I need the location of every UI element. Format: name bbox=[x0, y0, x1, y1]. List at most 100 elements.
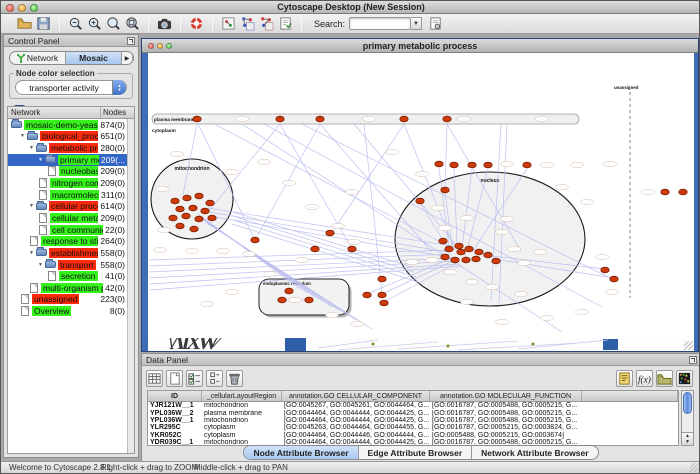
zoom-fit-icon[interactable] bbox=[123, 15, 141, 33]
tree-row[interactable]: response to stimulu264(0) bbox=[8, 235, 127, 247]
graph-node[interactable] bbox=[610, 276, 618, 282]
app-resize-grip[interactable] bbox=[690, 463, 699, 472]
tree-row[interactable]: ▼metabolic process280(0) bbox=[8, 142, 127, 154]
table-row[interactable]: YLR295Ccytoplasm[GO:0045263, GO:0044464,… bbox=[148, 424, 678, 431]
tab-network[interactable]: Network bbox=[10, 52, 66, 64]
table-row[interactable]: YKR052Ccytoplasm[GO:0044464, GO:0044446,… bbox=[148, 432, 678, 439]
graph-node[interactable] bbox=[326, 230, 334, 236]
tree-row[interactable]: macromolecule311(0) bbox=[8, 189, 127, 201]
scrollbar-arrows[interactable]: ▲▼ bbox=[682, 432, 693, 445]
graph-node[interactable] bbox=[472, 256, 480, 262]
tab-mosaic[interactable]: Mosaic bbox=[66, 52, 122, 64]
control-panel-header[interactable]: Control Panel bbox=[4, 35, 138, 47]
graph-node[interactable] bbox=[468, 162, 476, 168]
network-overlay-red-icon[interactable] bbox=[257, 15, 275, 33]
graph-node[interactable] bbox=[285, 288, 293, 294]
graph-node[interactable] bbox=[311, 246, 319, 252]
tree-row[interactable]: ▼cellular process614(0) bbox=[8, 200, 127, 212]
help-lifering-icon[interactable] bbox=[187, 15, 205, 33]
network-canvas[interactable]: plasma membranecytoplasmmitochondrionnuc… bbox=[148, 53, 694, 339]
graph-node[interactable] bbox=[441, 187, 449, 193]
graph-node[interactable] bbox=[183, 195, 191, 201]
network-overlay-blue-icon[interactable] bbox=[238, 15, 256, 33]
graph-node[interactable] bbox=[441, 254, 449, 260]
graph-node[interactable] bbox=[451, 257, 459, 263]
graph-node[interactable] bbox=[208, 215, 216, 221]
zoom-selected-icon[interactable] bbox=[104, 15, 122, 33]
open-file-icon[interactable] bbox=[15, 15, 33, 33]
table-row[interactable]: YPL036W__1mitochondrion[GO:0044464, GO:0… bbox=[148, 417, 678, 424]
graph-node[interactable] bbox=[193, 116, 201, 122]
attribute-grid-icon[interactable] bbox=[146, 370, 163, 387]
graph-node[interactable] bbox=[484, 162, 492, 168]
graph-node[interactable] bbox=[171, 198, 179, 204]
graph-node[interactable] bbox=[492, 258, 500, 264]
tree-row[interactable]: ▼biological_process651(0) bbox=[8, 131, 127, 143]
network-window-titlebar[interactable]: primary metabolic process bbox=[142, 39, 698, 53]
graph-node[interactable] bbox=[276, 116, 284, 122]
table-column-header[interactable]: _cellularLayoutRegion bbox=[202, 391, 282, 401]
tab-node-attribute-browser[interactable]: Node Attribute Browser bbox=[244, 446, 358, 459]
zoom-out-icon[interactable] bbox=[66, 15, 84, 33]
table-scrollbar[interactable]: ▲▼ bbox=[681, 390, 694, 446]
graph-node[interactable] bbox=[169, 215, 177, 221]
graph-node[interactable] bbox=[201, 208, 209, 214]
graph-edge[interactable] bbox=[364, 124, 382, 294]
attribute-list-icon[interactable] bbox=[206, 370, 223, 387]
search-dropdown-button[interactable]: ▼ bbox=[411, 17, 422, 30]
search-input[interactable] bbox=[349, 17, 411, 30]
graph-node[interactable] bbox=[475, 249, 483, 255]
filter-page-icon[interactable] bbox=[276, 15, 294, 33]
graph-node[interactable] bbox=[363, 292, 371, 298]
tab-network-attribute-browser[interactable]: Network Attribute Browser bbox=[472, 446, 597, 459]
graph-node[interactable] bbox=[176, 206, 184, 212]
tree-col-network[interactable]: Network bbox=[8, 107, 101, 118]
save-session-icon[interactable] bbox=[34, 15, 52, 33]
graph-node[interactable] bbox=[601, 267, 609, 273]
disclosure-triangle-icon[interactable]: ▼ bbox=[38, 157, 45, 163]
graph-node[interactable] bbox=[195, 216, 203, 222]
import-attributes-icon[interactable] bbox=[656, 370, 673, 387]
attribute-matrix-icon[interactable] bbox=[676, 370, 693, 387]
graph-node[interactable] bbox=[348, 246, 356, 252]
snapshot-camera-icon[interactable] bbox=[155, 15, 173, 33]
graph-node[interactable] bbox=[523, 162, 531, 168]
graph-node[interactable] bbox=[455, 243, 463, 249]
window-resize-grip[interactable] bbox=[684, 341, 693, 350]
graph-node[interactable] bbox=[251, 237, 259, 243]
graph-node[interactable] bbox=[176, 223, 184, 229]
tree-scrollbar[interactable] bbox=[127, 119, 134, 453]
disclosure-triangle-icon[interactable]: ▼ bbox=[29, 250, 36, 256]
new-attribute-icon[interactable] bbox=[166, 370, 183, 387]
tree-row[interactable]: cellular metabol209(0) bbox=[8, 212, 127, 224]
graph-node[interactable] bbox=[190, 226, 198, 232]
window-titlebar[interactable]: Cytoscape Desktop (New Session) bbox=[1, 1, 700, 14]
disclosure-triangle-icon[interactable]: ▼ bbox=[29, 203, 36, 209]
tree-row[interactable]: secretion41(0) bbox=[8, 270, 127, 282]
graph-node[interactable] bbox=[206, 200, 214, 206]
tree-row[interactable]: nitrogen compo209(0) bbox=[8, 177, 127, 189]
vizmapper-icon[interactable] bbox=[219, 15, 237, 33]
graph-node[interactable] bbox=[679, 189, 687, 195]
graph-edge[interactable] bbox=[232, 224, 418, 282]
tree-row[interactable]: Overview8(0) bbox=[8, 305, 127, 317]
scrollbar-thumb[interactable] bbox=[683, 392, 692, 414]
tab-overflow-button[interactable]: ▶ bbox=[122, 52, 133, 64]
graph-node[interactable] bbox=[380, 300, 388, 306]
tree-row[interactable]: nucleobase-209(0) bbox=[8, 166, 127, 178]
node-color-dropdown[interactable]: transporter activity ▲▼ bbox=[15, 80, 127, 95]
tree-row[interactable]: ▼transport558(0) bbox=[8, 259, 127, 271]
tree-row[interactable]: unassigned223(0) bbox=[8, 294, 127, 306]
table-row[interactable]: YJR121W__1mitochondrion[GO:0045267, GO:0… bbox=[148, 402, 678, 409]
graph-node[interactable] bbox=[484, 252, 492, 258]
graph-node[interactable] bbox=[450, 162, 458, 168]
disclosure-triangle-icon[interactable]: ▼ bbox=[38, 262, 45, 268]
graph-node[interactable] bbox=[400, 116, 408, 122]
graph-node[interactable] bbox=[305, 297, 313, 303]
graph-node[interactable] bbox=[445, 246, 453, 252]
tree-row[interactable]: multi-organism pro42(0) bbox=[8, 282, 127, 294]
search-options-icon[interactable] bbox=[426, 15, 444, 33]
tree-row[interactable]: ▼establishment of lo558(0) bbox=[8, 247, 127, 259]
graph-node[interactable] bbox=[278, 297, 286, 303]
graph-node[interactable] bbox=[443, 116, 451, 122]
